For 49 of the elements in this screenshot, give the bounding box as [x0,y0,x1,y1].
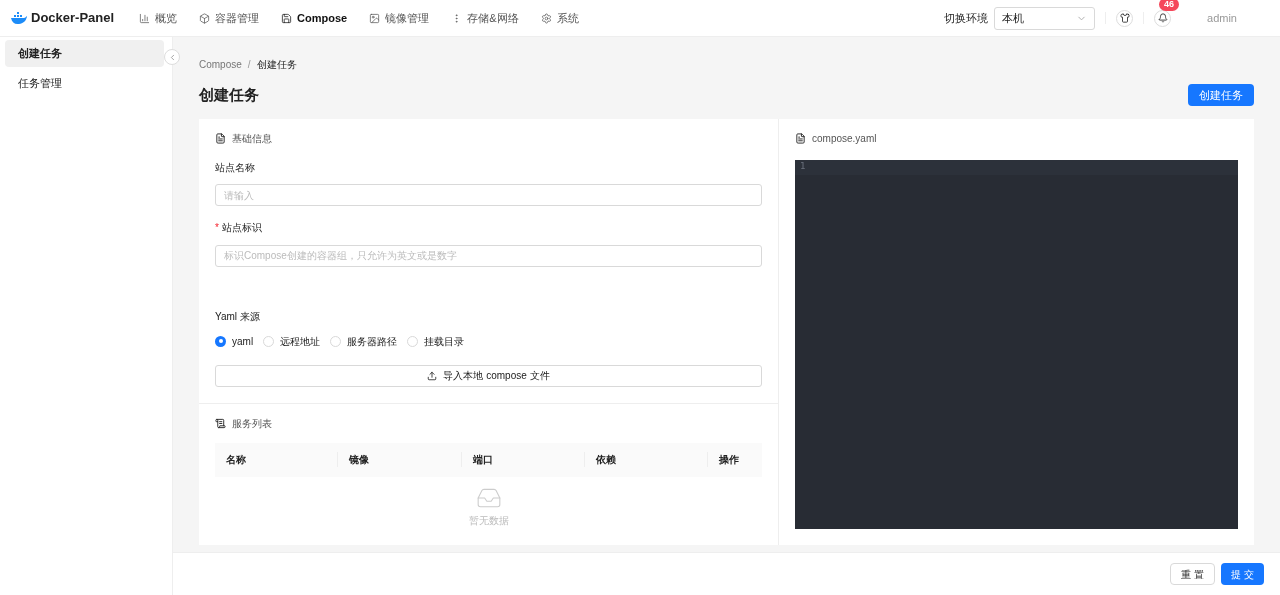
sidebar-item[interactable]: 创建任务 [5,40,164,67]
breadcrumb-item[interactable]: Compose [199,57,242,72]
nav-tab[interactable]: 存储&网络 [440,0,530,37]
breadcrumb-item: 创建任务 [256,58,297,72]
notification-badge: 46 [1159,0,1180,11]
import-file-button[interactable]: 导入本地 compose 文件 [215,364,762,387]
env-label: 切换环境 [944,10,989,26]
section-title: compose.yaml [812,131,877,146]
nav-icon [199,12,211,24]
whale-logo-icon [11,12,27,24]
submit-button[interactable]: 提 交 [1221,563,1264,585]
column-header: 端口 [461,452,585,467]
page-title: 创建任务 [199,85,259,105]
reset-button[interactable]: 重 置 [1170,563,1216,585]
column-header: 操作 [718,453,740,467]
section-title: 服务列表 [232,416,272,431]
document-icon [215,132,226,144]
field-label: 站点名称 [215,160,255,175]
radio-option[interactable]: 远程地址 [263,333,321,349]
upload-icon [427,370,438,381]
sidebar-item[interactable]: 任务管理 [5,70,164,97]
nav-tab[interactable]: 概览 [128,0,189,37]
radio-option[interactable]: 服务器路径 [330,333,398,349]
nav-tab[interactable]: 系统 [529,0,590,37]
nav-icon [139,12,151,24]
radio-option[interactable]: yaml [215,333,254,349]
nav-tab[interactable]: 镜像管理 [358,0,441,37]
required-mark: * [215,221,219,235]
nav-icon [281,12,293,24]
column-header: 名称 [215,452,339,467]
nav-tab[interactable]: Compose [270,0,359,37]
nav-tab[interactable]: 容器管理 [188,0,271,37]
app-logo-text: Docker-Panel [31,9,115,28]
line-number: 1 [799,160,807,174]
field-label: 站点标识 [221,221,262,235]
file-icon [795,132,806,144]
nav-icon [540,12,552,24]
user-name: admin [1207,10,1237,26]
input-field[interactable]: 请输入 [215,184,762,206]
radio-option[interactable]: 挂载目录 [407,333,465,349]
nav-icon [369,12,381,24]
breadcrumb-separator: / [247,58,251,72]
create-task-button[interactable]: 创建任务 [1188,84,1254,107]
env-select[interactable]: 本机 [994,6,1096,30]
column-header: 镜像 [338,452,462,467]
column-header: 依赖 [584,452,708,467]
list-icon [215,417,226,429]
section-title: 基础信息 [232,131,272,146]
field-label: Yaml 来源 [215,309,261,324]
